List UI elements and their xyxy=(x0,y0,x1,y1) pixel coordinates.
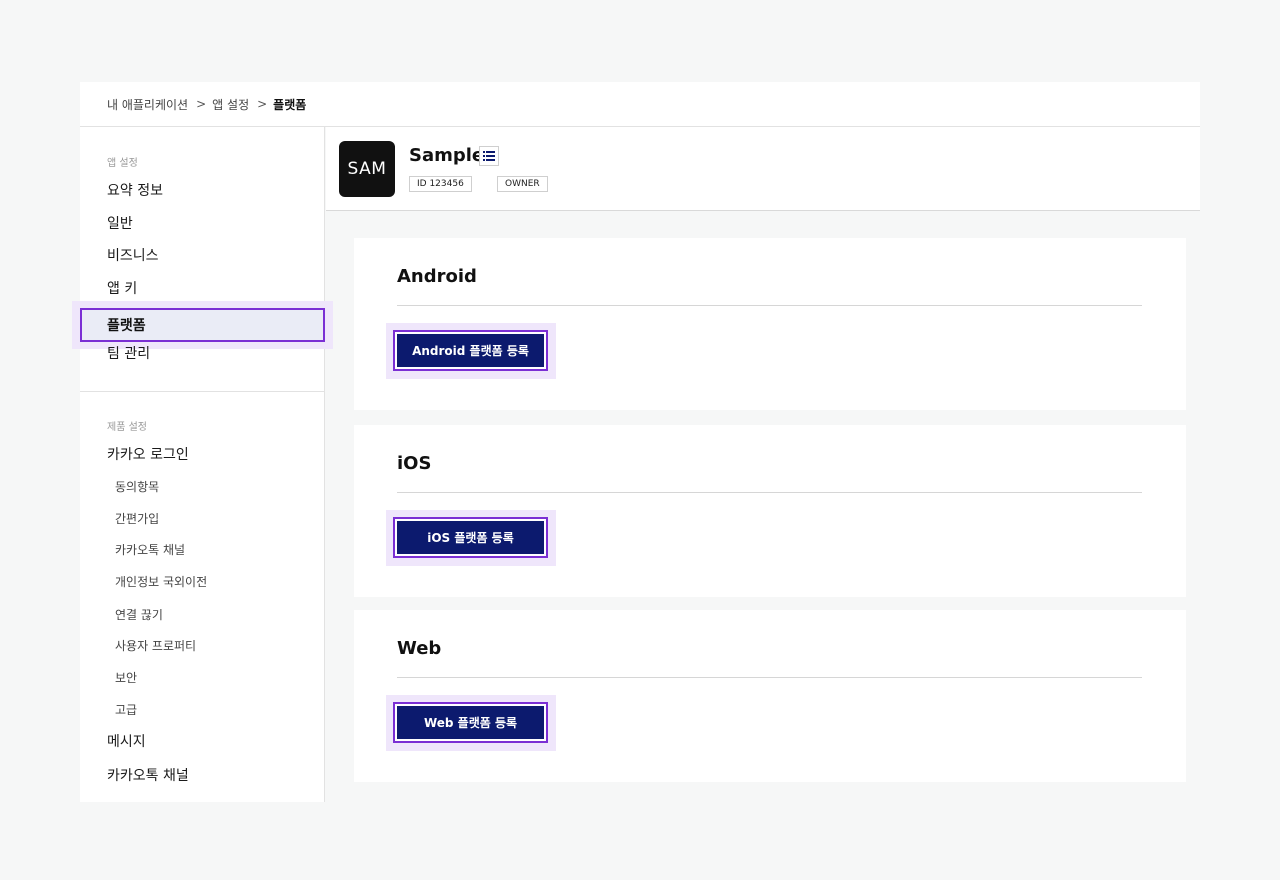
sidebar-subitem-overseas-transfer[interactable]: 개인정보 국외이전 xyxy=(115,573,207,591)
divider xyxy=(397,305,1142,306)
sidebar-item-kakaotalk-channel[interactable]: 카카오톡 채널 xyxy=(107,766,189,786)
register-ios-platform-button[interactable]: iOS 플랫폼 등록 xyxy=(393,517,548,558)
breadcrumb-separator: > xyxy=(257,97,268,111)
sidebar-subitem-security[interactable]: 보안 xyxy=(115,669,137,687)
sidebar-item-general[interactable]: 일반 xyxy=(107,214,133,234)
app-role-tag: OWNER xyxy=(497,176,548,192)
sidebar-subitem-consent[interactable]: 동의항목 xyxy=(115,478,159,496)
register-web-platform-button[interactable]: Web 플랫폼 등록 xyxy=(393,702,548,743)
breadcrumb-separator: > xyxy=(196,97,207,111)
register-android-platform-button[interactable]: Android 플랫폼 등록 xyxy=(393,330,548,371)
app-settings-frame: 내 애플리케이션 > 앱 설정 > 플랫폼 앱 설정 요약 정보 일반 비즈니스… xyxy=(72,82,1200,802)
sidebar-subitem-talk-channel[interactable]: 카카오톡 채널 xyxy=(115,541,185,559)
sidebar-subitem-unlink[interactable]: 연결 끊기 xyxy=(115,606,163,624)
platform-card-ios: iOS iOS 플랫폼 등록 xyxy=(354,425,1186,597)
sidebar-item-kakao-login[interactable]: 카카오 로그인 xyxy=(107,445,189,465)
breadcrumb: 내 애플리케이션 > 앱 설정 > 플랫폼 xyxy=(80,82,1200,127)
sidebar-subitem-user-property[interactable]: 사용자 프로퍼티 xyxy=(115,637,196,655)
sidebar-item-summary[interactable]: 요약 정보 xyxy=(107,181,163,201)
platform-title-web: Web xyxy=(397,638,442,659)
divider xyxy=(397,677,1142,678)
app-logo: SAM xyxy=(339,141,395,197)
sidebar-item-team[interactable]: 팀 관리 xyxy=(107,344,150,364)
breadcrumb-item-app-settings[interactable]: 앱 설정 xyxy=(212,96,249,113)
app-id-tag: ID 123456 xyxy=(409,176,472,192)
sidebar-subitem-advanced[interactable]: 고급 xyxy=(115,701,137,719)
app-name: Sample xyxy=(409,145,485,166)
sidebar-item-business[interactable]: 비즈니스 xyxy=(107,246,159,266)
app-list-button[interactable] xyxy=(479,146,499,166)
list-icon xyxy=(483,151,495,161)
sidebar-section-title-product-settings: 제품 설정 xyxy=(107,422,147,433)
sidebar-section-title-app-settings: 앱 설정 xyxy=(107,158,138,169)
platform-card-android: Android Android 플랫폼 등록 xyxy=(354,238,1186,410)
divider xyxy=(397,492,1142,493)
sidebar-item-platform[interactable]: 플랫폼 xyxy=(80,308,325,342)
sidebar-subitem-simple-signup[interactable]: 간편가입 xyxy=(115,510,159,528)
breadcrumb-item-my-apps[interactable]: 내 애플리케이션 xyxy=(107,96,188,113)
platform-card-web: Web Web 플랫폼 등록 xyxy=(354,610,1186,782)
sidebar: 앱 설정 요약 정보 일반 비즈니스 앱 키 플랫폼 팀 관리 제품 설정 카카… xyxy=(72,127,333,802)
app-header: SAM Sample ID 123456 OWNER xyxy=(326,127,1200,211)
platform-title-ios: iOS xyxy=(397,453,432,474)
breadcrumb-item-current: 플랫폼 xyxy=(273,97,307,112)
sidebar-item-message[interactable]: 메시지 xyxy=(107,732,146,752)
sidebar-item-app-key[interactable]: 앱 키 xyxy=(107,279,137,299)
sidebar-divider xyxy=(80,391,325,392)
platform-title-android: Android xyxy=(397,266,477,287)
